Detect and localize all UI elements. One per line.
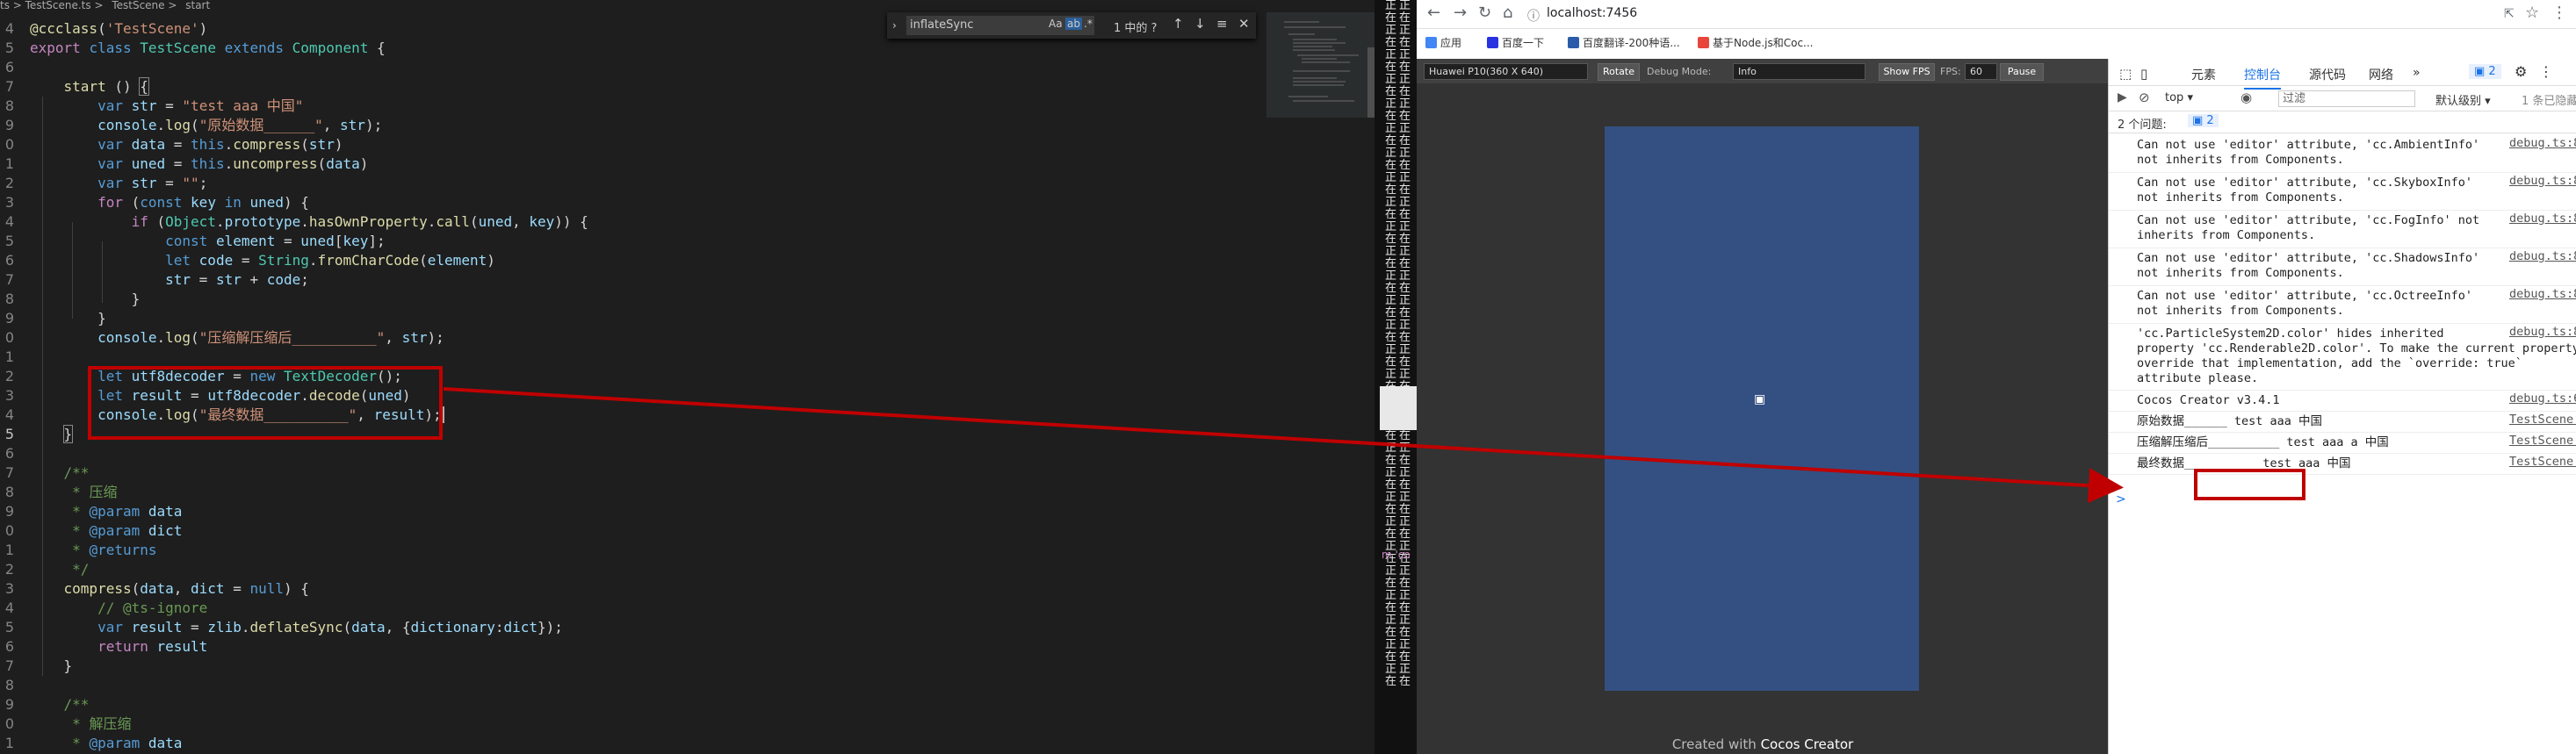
annotation-arrow [443, 387, 2124, 504]
